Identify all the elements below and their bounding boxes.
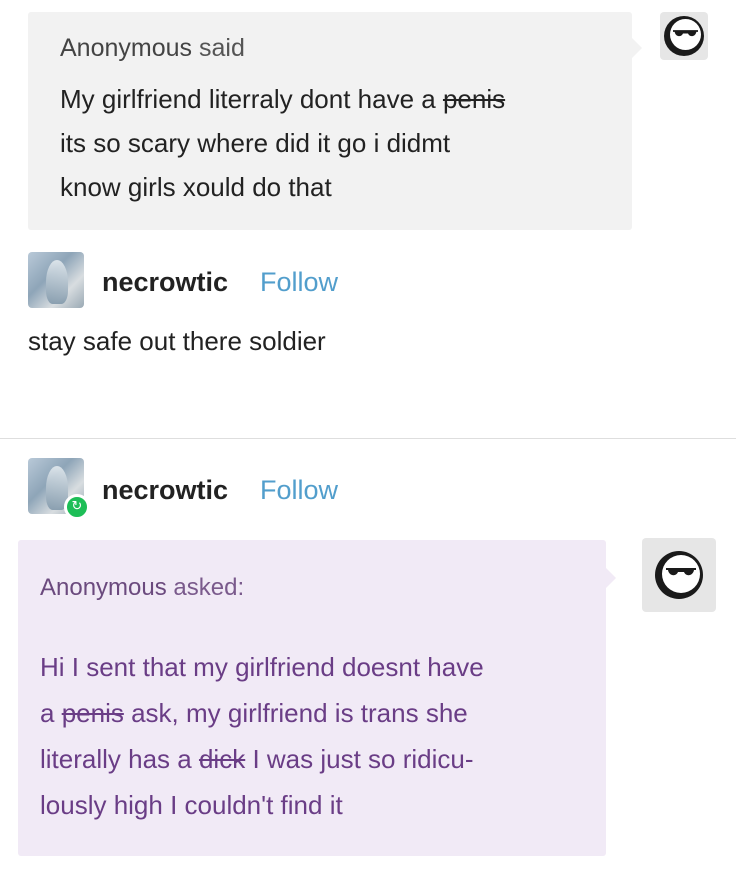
ask-line: literally has a dick I was just so ridic… [40,744,474,774]
asker-name[interactable]: Anonymous [40,574,167,601]
question-line: My girlfriend literraly dont have a peni… [60,84,506,114]
asker-name[interactable]: Anonymous [60,34,192,62]
strikethrough-word: dick [198,744,246,774]
username[interactable]: necrowtic [102,475,228,506]
user-avatar[interactable] [28,252,84,308]
question-bubble-1: Anonymous said My girlfriend literraly d… [28,12,642,230]
strikethrough-word: penis [61,698,124,728]
asker-avatar[interactable] [642,538,716,612]
sunglasses-face-icon [664,16,704,56]
divider [0,438,736,439]
question-line: know girls xould do that [60,172,332,202]
ask-line: a penis ask, my girlfriend is trans she [40,698,468,728]
asker-line: Anonymous asked: [40,574,584,602]
ask-line: lously high I couldn't find it [40,790,343,820]
question-text: My girlfriend literraly dont have a peni… [60,77,602,209]
follow-button[interactable]: Follow [260,267,338,298]
ask-text: Hi I sent that my girlfriend doesnt have… [40,644,584,828]
asker-verb: asked: [173,574,245,601]
asker-line: Anonymous said [60,34,602,63]
username[interactable]: necrowtic [102,267,228,298]
asker-avatar[interactable] [660,12,708,60]
follow-button[interactable]: Follow [260,475,338,506]
ask-bubble: Anonymous asked: Hi I sent that my girlf… [18,540,616,856]
sunglasses-face-icon [655,551,703,599]
strikethrough-word: penis [442,84,506,114]
asker-verb: said [198,34,245,62]
reply-text: stay safe out there soldier [28,326,326,356]
ask-line: Hi I sent that my girlfriend doesnt have [40,652,484,682]
reblog-icon: ↻ [64,494,90,520]
question-line: its so scary where did it go i didmt [60,128,451,158]
